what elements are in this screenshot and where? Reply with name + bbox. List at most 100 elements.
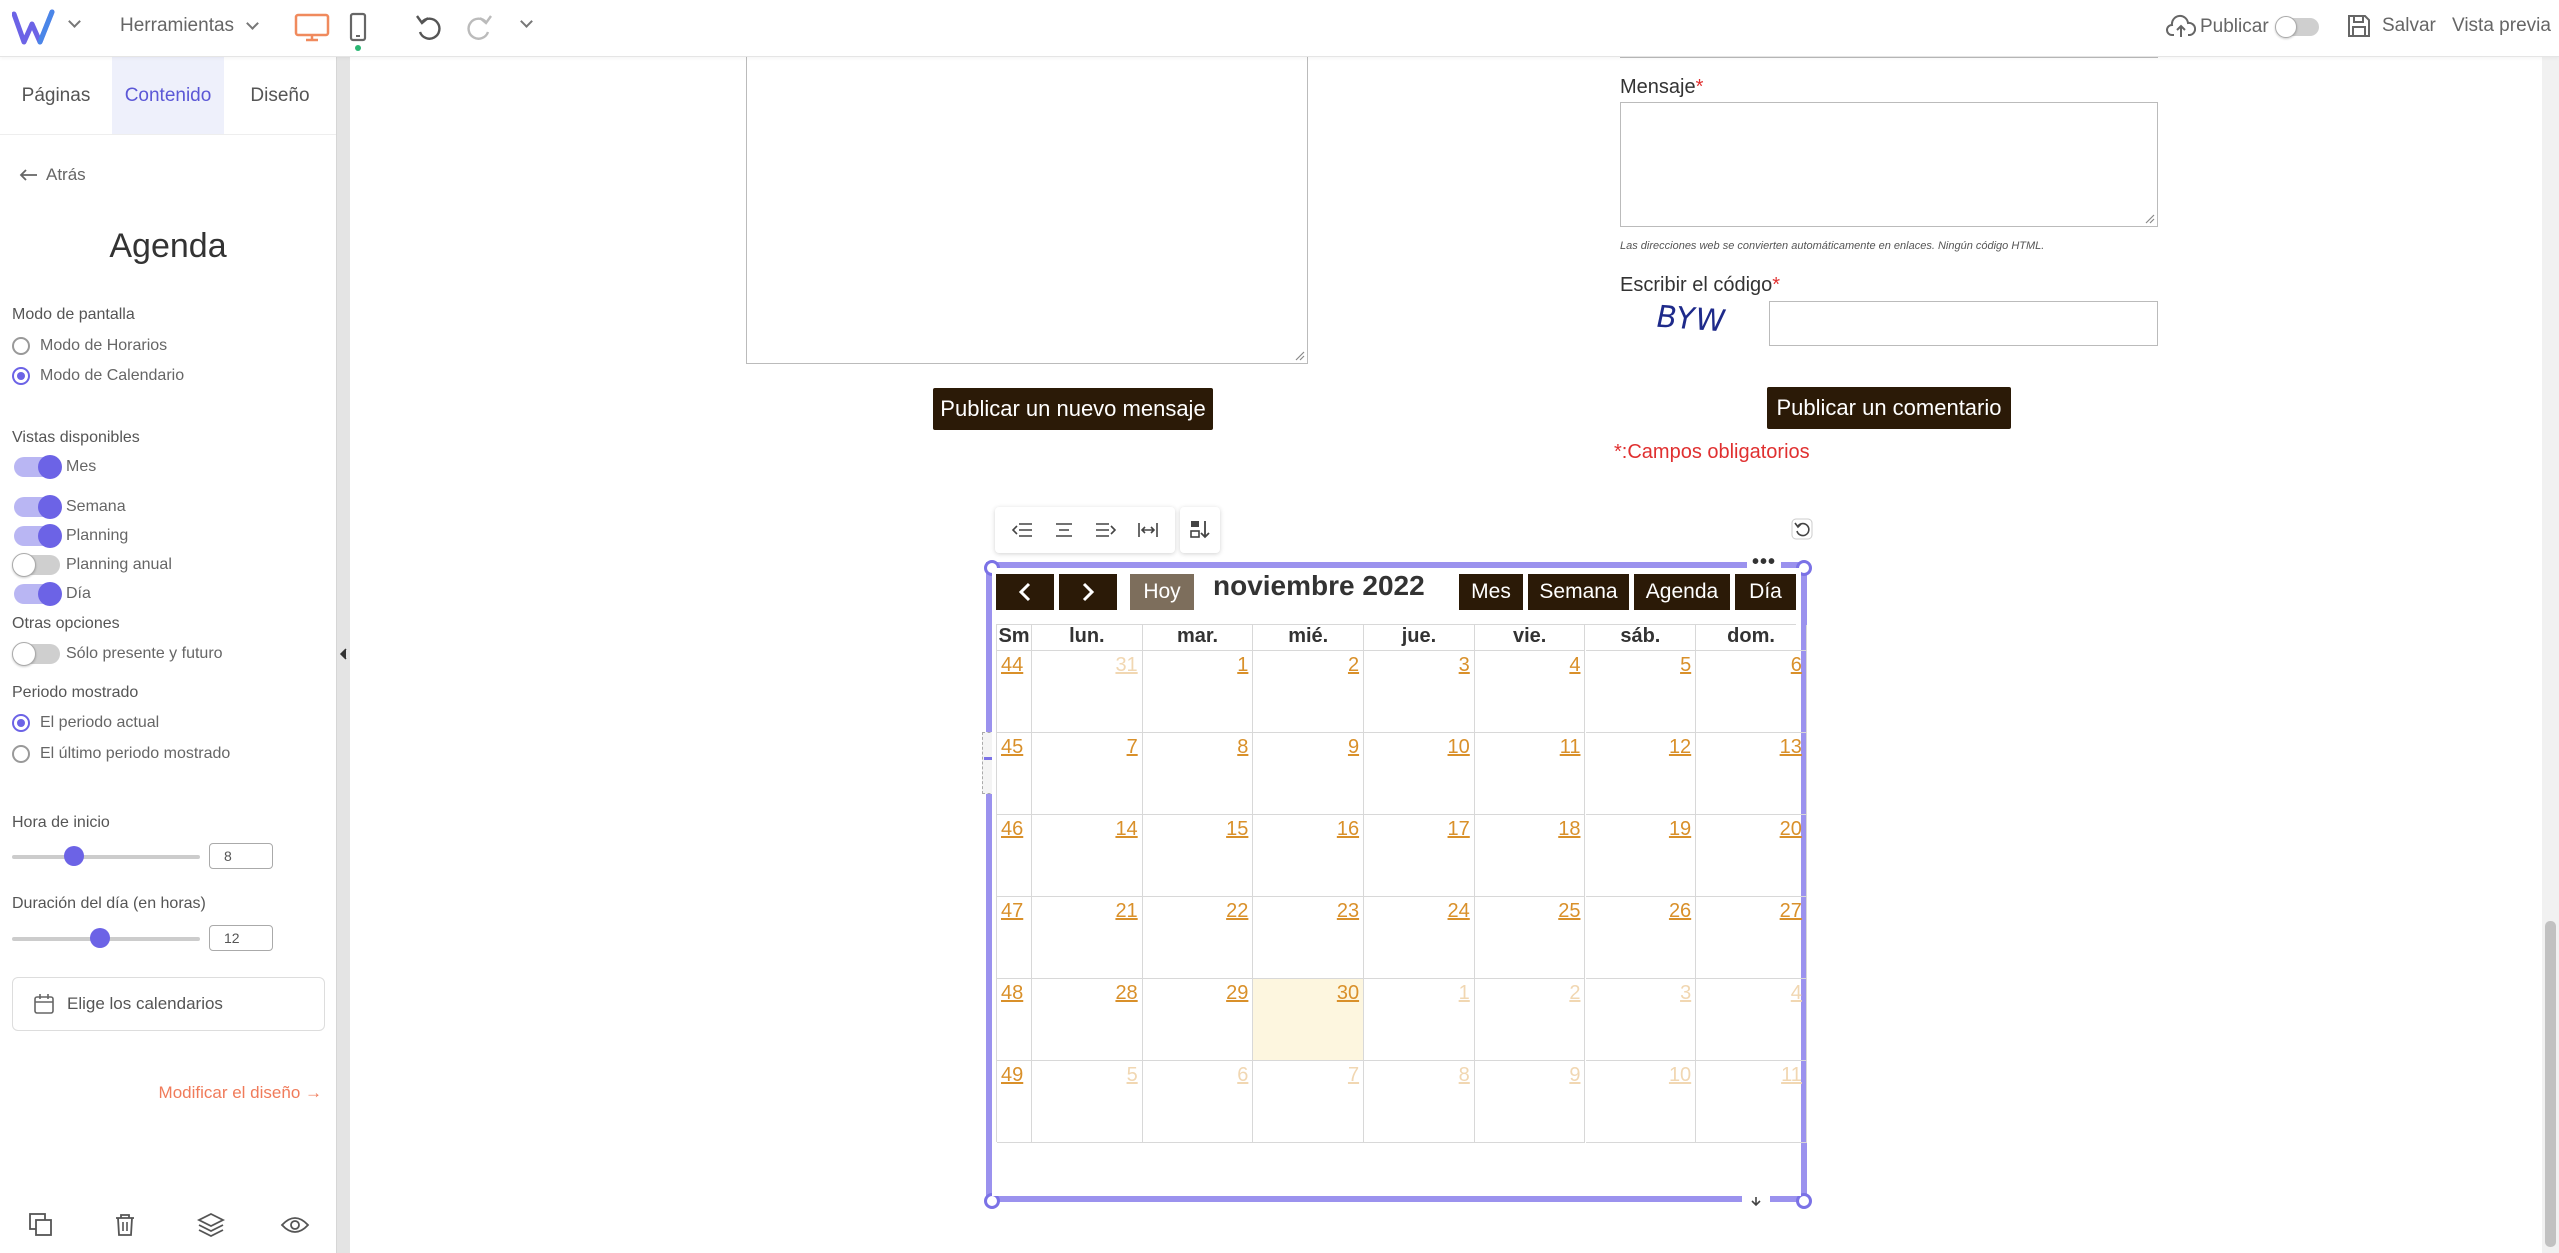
day-number-link[interactable]: 13 <box>1780 736 1802 759</box>
day-number-link[interactable]: 30 <box>1337 982 1359 1005</box>
calendar-day-cell[interactable]: 7 <box>1253 1061 1365 1143</box>
day-length-input[interactable]: 12 <box>209 925 273 951</box>
calendar-agenda-view-button[interactable]: Agenda <box>1634 574 1730 610</box>
calendar-day-cell[interactable]: 25 <box>1474 897 1586 979</box>
message-textarea[interactable] <box>1620 102 2158 227</box>
day-number-link[interactable]: 12 <box>1669 736 1691 759</box>
calendar-day-cell[interactable]: 8 <box>1142 733 1254 815</box>
canvas-scrollbar[interactable] <box>2542 57 2559 1253</box>
day-number-link[interactable]: 23 <box>1337 900 1359 923</box>
view-toggle-planning[interactable]: Planning <box>14 524 128 548</box>
publish-toggle[interactable] <box>2274 16 2319 38</box>
day-number-link[interactable]: 28 <box>1115 982 1137 1005</box>
calendar-day-cell[interactable]: 20 <box>1696 815 1807 897</box>
day-number-link[interactable]: 16 <box>1337 818 1359 841</box>
day-number-link[interactable]: 1 <box>1459 982 1470 1005</box>
widget-order-button[interactable] <box>1180 507 1220 553</box>
stretch-width-icon[interactable] <box>1137 521 1159 539</box>
day-number-link[interactable]: 17 <box>1448 818 1470 841</box>
day-number-link[interactable]: 20 <box>1780 818 1802 841</box>
day-number-link[interactable]: 11 <box>1781 1064 1802 1087</box>
calendar-day-cell[interactable]: 17 <box>1364 815 1475 897</box>
mobile-view-icon[interactable] <box>348 12 368 52</box>
day-number-link[interactable]: 19 <box>1669 818 1691 841</box>
day-number-link[interactable]: 6 <box>1791 654 1802 677</box>
day-number-link[interactable]: 9 <box>1348 736 1359 759</box>
publish-comment-button[interactable]: Publicar un comentario <box>1767 387 2011 429</box>
scrollbar-thumb[interactable] <box>2545 921 2556 1247</box>
view-toggle-week[interactable]: Semana <box>14 495 126 519</box>
calendar-day-cell[interactable]: 14 <box>1032 815 1143 897</box>
day-number-link[interactable]: 10 <box>1669 1064 1691 1087</box>
preview-button[interactable]: Vista previa <box>2452 15 2551 37</box>
day-number-link[interactable]: 4 <box>1569 654 1580 677</box>
calendar-day-cell[interactable]: 28 <box>1032 979 1143 1061</box>
calendar-next-button[interactable] <box>1059 574 1117 610</box>
calendar-day-cell[interactable]: 5 <box>1585 651 1697 733</box>
day-number-link[interactable]: 18 <box>1558 818 1580 841</box>
week-number-link[interactable]: 47 <box>1001 900 1023 923</box>
day-number-link[interactable]: 3 <box>1680 982 1691 1005</box>
calendar-day-cell[interactable]: 1 <box>1142 651 1254 733</box>
week-number-link[interactable]: 45 <box>1001 736 1023 759</box>
calendar-prev-button[interactable] <box>996 574 1054 610</box>
radio-button[interactable] <box>12 714 30 732</box>
publish-control[interactable]: Publicar <box>2166 13 2319 41</box>
calendar-day-cell[interactable]: 8 <box>1364 1061 1475 1143</box>
calendar-day-cell[interactable]: 12 <box>1585 733 1697 815</box>
history-chevron-icon[interactable] <box>520 15 533 28</box>
day-number-link[interactable]: 7 <box>1348 1064 1359 1087</box>
calendar-day-cell[interactable]: 5 <box>1032 1061 1143 1143</box>
day-number-link[interactable]: 6 <box>1237 1064 1248 1087</box>
toggle-switch[interactable] <box>14 582 62 606</box>
calendar-day-cell[interactable]: 23 <box>1253 897 1365 979</box>
toggle-switch[interactable] <box>14 495 62 519</box>
day-number-link[interactable]: 24 <box>1448 900 1470 923</box>
calendar-day-cell[interactable]: 15 <box>1142 815 1254 897</box>
align-left-icon[interactable] <box>1011 521 1033 539</box>
day-number-link[interactable]: 9 <box>1569 1064 1580 1087</box>
resize-grip-icon[interactable] <box>1293 349 1305 361</box>
day-number-link[interactable]: 1 <box>1237 654 1248 677</box>
toggle-switch[interactable] <box>12 553 60 577</box>
calendar-day-cell[interactable]: 9 <box>1253 733 1365 815</box>
calendar-day-cell[interactable]: 9 <box>1474 1061 1586 1143</box>
calendar-day-cell-today[interactable]: 30 <box>1253 979 1365 1061</box>
present-future-toggle[interactable]: Sólo presente y futuro <box>12 642 223 666</box>
day-number-link[interactable]: 22 <box>1226 900 1248 923</box>
display-mode-option-calendar[interactable]: Modo de Calendario <box>12 367 184 385</box>
day-number-link[interactable]: 10 <box>1448 736 1470 759</box>
view-toggle-annual-planning[interactable]: Planning anual <box>12 553 172 577</box>
toggle-switch[interactable] <box>14 455 62 479</box>
trash-icon[interactable] <box>113 1212 137 1243</box>
calendar-day-cell[interactable]: 3 <box>1585 979 1697 1061</box>
period-option-current[interactable]: El periodo actual <box>12 714 159 732</box>
day-number-link[interactable]: 8 <box>1237 736 1248 759</box>
toggle-switch[interactable] <box>14 524 62 548</box>
calendar-day-view-button[interactable]: Día <box>1735 574 1796 610</box>
day-number-link[interactable]: 5 <box>1127 1064 1138 1087</box>
choose-calendars-button[interactable]: Elige los calendarios <box>12 977 325 1031</box>
start-hour-slider[interactable] <box>12 855 200 859</box>
calendar-day-cell[interactable]: 24 <box>1364 897 1475 979</box>
week-number-link[interactable]: 46 <box>1001 818 1023 841</box>
layers-icon[interactable] <box>196 1212 226 1243</box>
modify-design-link[interactable]: Modificar el diseño → <box>159 1083 322 1103</box>
save-button[interactable]: Salvar <box>2346 13 2436 39</box>
day-number-link[interactable]: 11 <box>1560 736 1581 759</box>
calendar-day-cell[interactable]: 31 <box>1032 651 1143 733</box>
calendar-day-cell[interactable]: 22 <box>1142 897 1254 979</box>
day-number-link[interactable]: 2 <box>1348 654 1359 677</box>
calendar-day-cell[interactable]: 27 <box>1696 897 1807 979</box>
calendar-day-cell[interactable]: 1 <box>1364 979 1475 1061</box>
duplicate-icon[interactable] <box>28 1212 54 1243</box>
calendar-day-cell[interactable]: 26 <box>1585 897 1697 979</box>
calendar-day-cell[interactable]: 10 <box>1364 733 1475 815</box>
day-number-link[interactable]: 26 <box>1669 900 1691 923</box>
calendar-day-cell[interactable]: 3 <box>1364 651 1475 733</box>
day-number-link[interactable]: 3 <box>1459 654 1470 677</box>
reset-icon[interactable] <box>1791 518 1813 545</box>
calendar-week-view-button[interactable]: Semana <box>1528 574 1629 610</box>
panel-collapse-bar[interactable] <box>336 57 350 1253</box>
radio-button[interactable] <box>12 367 30 385</box>
